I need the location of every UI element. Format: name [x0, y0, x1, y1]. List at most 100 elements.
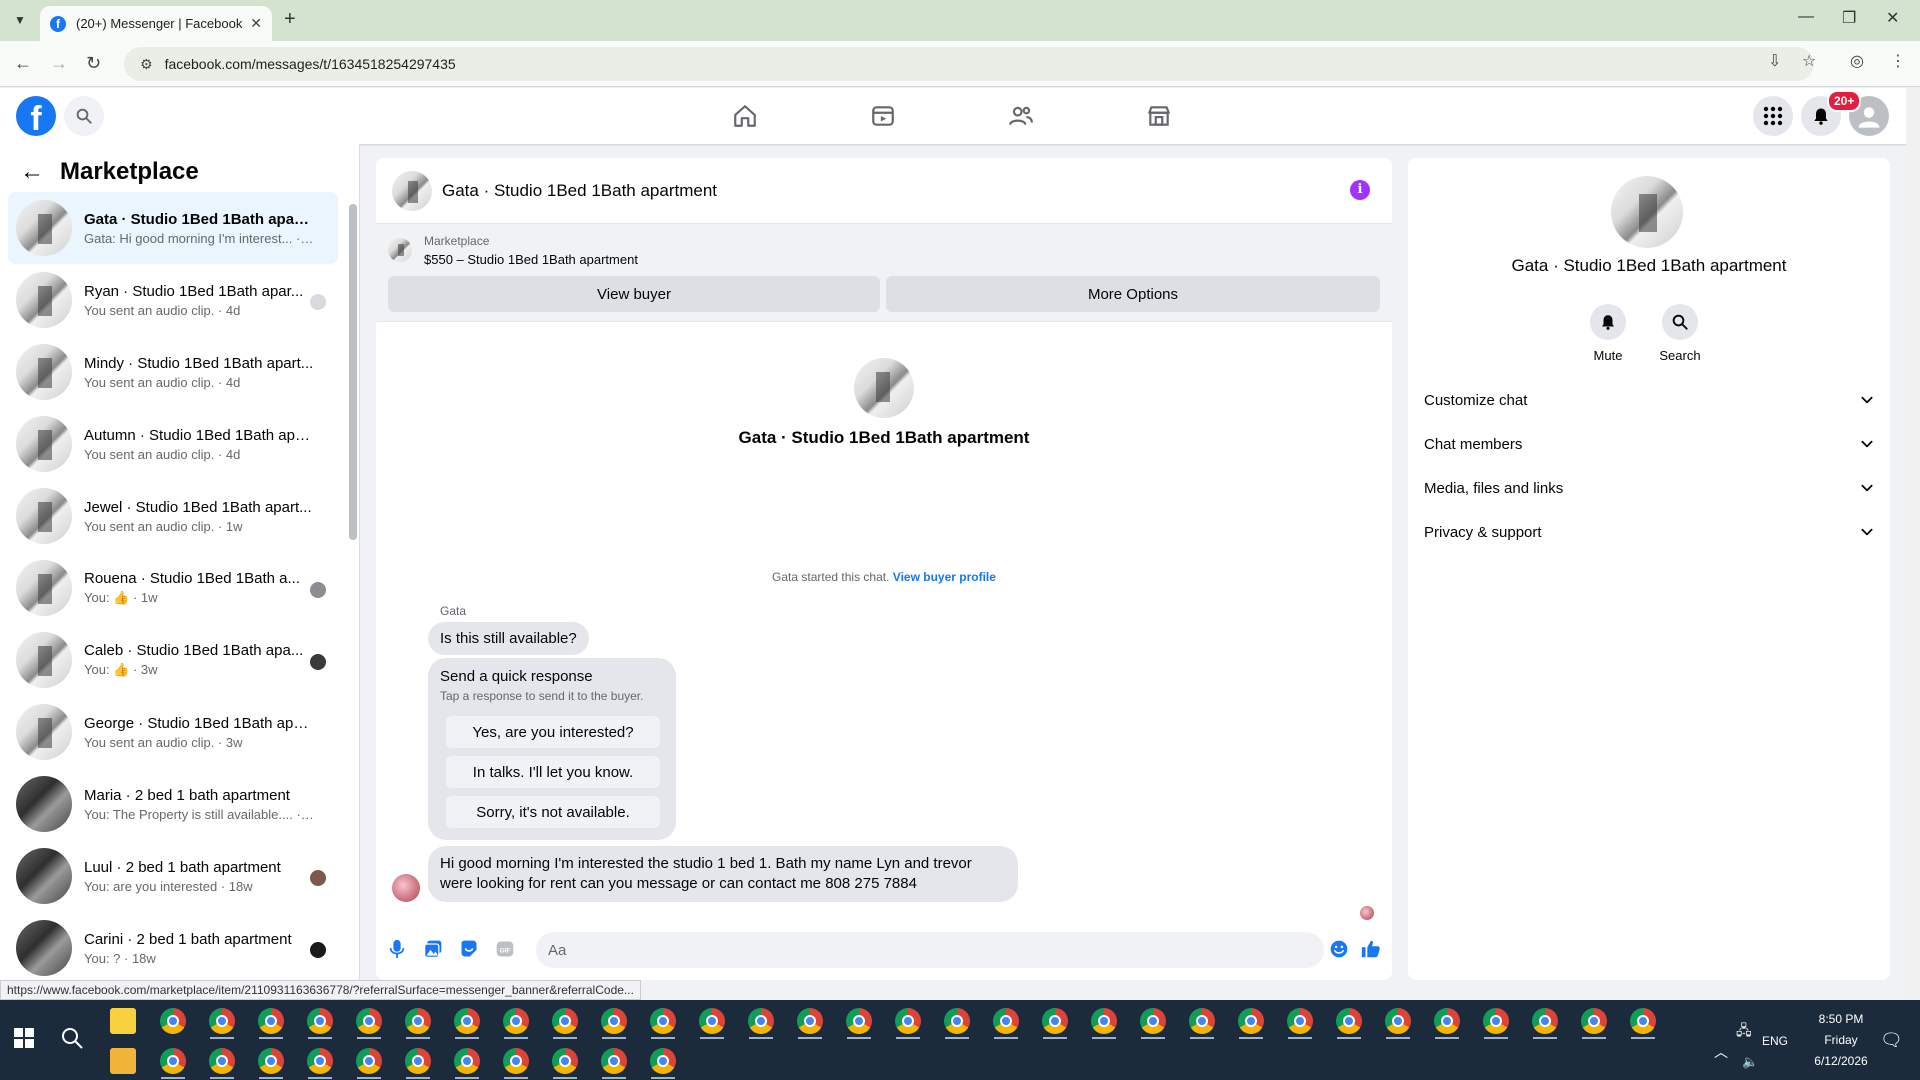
- privacy-support-section[interactable]: Privacy & support: [1424, 512, 1874, 552]
- browser-tab[interactable]: f (20+) Messenger | Facebook ✕: [40, 6, 272, 41]
- quick-response-option[interactable]: In talks. I'll let you know.: [446, 756, 660, 788]
- menu-grid-button[interactable]: [1753, 96, 1793, 136]
- info-icon[interactable]: i: [1350, 180, 1370, 200]
- chrome-window-icon[interactable]: [552, 1008, 578, 1034]
- url-omnibox[interactable]: ⚙ facebook.com/messages/t/16345182542974…: [124, 47, 1814, 81]
- window-close-icon[interactable]: ✕: [1886, 8, 1899, 28]
- restore-icon[interactable]: ❐: [1842, 8, 1856, 28]
- chrome-window-icon[interactable]: [503, 1008, 529, 1034]
- back-arrow-icon[interactable]: ←: [20, 158, 44, 186]
- chrome-window-icon[interactable]: [895, 1008, 921, 1034]
- media-files-links-section[interactable]: Media, files and links: [1424, 468, 1874, 508]
- notification-center-icon[interactable]: 🗨: [1880, 1030, 1903, 1051]
- sticky-notes-icon[interactable]: [110, 1008, 136, 1034]
- view-buyer-profile-link[interactable]: View buyer profile: [893, 570, 996, 584]
- chrome-window-icon[interactable]: [601, 1048, 627, 1074]
- sticker-button[interactable]: [458, 938, 480, 960]
- chrome-window-icon[interactable]: [356, 1008, 382, 1034]
- chrome-window-icon[interactable]: [650, 1048, 676, 1074]
- tab-close-icon[interactable]: ✕: [250, 15, 262, 32]
- chrome-window-icon[interactable]: [1042, 1008, 1068, 1034]
- clock-day[interactable]: Friday: [1806, 1033, 1876, 1047]
- chrome-window-icon[interactable]: [846, 1008, 872, 1034]
- chrome-window-icon[interactable]: [160, 1008, 186, 1034]
- chrome-window-icon[interactable]: [1385, 1008, 1411, 1034]
- chrome-window-icon[interactable]: [356, 1048, 382, 1074]
- install-app-icon[interactable]: ⇩: [1768, 51, 1781, 71]
- gif-button[interactable]: GIF: [494, 938, 516, 960]
- quick-response-option[interactable]: Yes, are you interested?: [446, 716, 660, 748]
- chrome-window-icon[interactable]: [454, 1048, 480, 1074]
- browser-menu-icon[interactable]: ⋮: [1890, 51, 1906, 71]
- chrome-window-icon[interactable]: [503, 1048, 529, 1074]
- file-explorer-icon[interactable]: [110, 1048, 136, 1074]
- conversation-item[interactable]: Carini · 2 bed 1 bath apartment You: ? · …: [8, 912, 338, 980]
- message-input[interactable]: [536, 932, 1324, 968]
- chrome-window-icon[interactable]: [209, 1008, 235, 1034]
- emoji-button[interactable]: [1328, 938, 1350, 960]
- chrome-window-icon[interactable]: [797, 1008, 823, 1034]
- chrome-window-icon[interactable]: [552, 1048, 578, 1074]
- video-nav-button[interactable]: [867, 100, 899, 132]
- show-hidden-icons-chevron-icon[interactable]: ︿: [1714, 1042, 1728, 1062]
- chrome-window-icon[interactable]: [1287, 1008, 1313, 1034]
- chrome-window-icon[interactable]: [1434, 1008, 1460, 1034]
- chrome-window-icon[interactable]: [1140, 1008, 1166, 1034]
- chrome-window-icon[interactable]: [650, 1008, 676, 1034]
- chrome-window-icon[interactable]: [1483, 1008, 1509, 1034]
- mute-button[interactable]: [1590, 304, 1626, 340]
- more-options-button[interactable]: More Options: [886, 276, 1380, 312]
- chrome-window-icon[interactable]: [258, 1048, 284, 1074]
- back-arrow-icon[interactable]: ←: [14, 53, 32, 74]
- voice-clip-button[interactable]: [386, 938, 408, 960]
- chat-title[interactable]: Gata · Studio 1Bed 1Bath apartment: [442, 181, 717, 201]
- chrome-window-icon[interactable]: [601, 1008, 627, 1034]
- chrome-window-icon[interactable]: [1630, 1008, 1656, 1034]
- conversation-item[interactable]: Maria · 2 bed 1 bath apartment You: The P…: [8, 768, 338, 840]
- conversation-item[interactable]: Ryan · Studio 1Bed 1Bath apar... You sent…: [8, 264, 338, 336]
- conversation-item[interactable]: Autumn · Studio 1Bed 1Bath apa... You sen…: [8, 408, 338, 480]
- chrome-window-icon[interactable]: [699, 1008, 725, 1034]
- home-nav-button[interactable]: [729, 100, 761, 132]
- friends-nav-button[interactable]: [1005, 100, 1037, 132]
- chrome-window-icon[interactable]: [1581, 1008, 1607, 1034]
- chrome-window-icon[interactable]: [993, 1008, 1019, 1034]
- mute-action[interactable]: Mute: [1578, 304, 1638, 363]
- network-icon[interactable]: 🖧: [1736, 1020, 1752, 1044]
- view-buyer-button[interactable]: View buyer: [388, 276, 880, 312]
- banner-listing-link[interactable]: $550 – Studio 1Bed 1Bath apartment: [424, 252, 638, 267]
- chat-members-section[interactable]: Chat members: [1424, 424, 1874, 464]
- volume-icon[interactable]: 🔈: [1742, 1054, 1758, 1070]
- reload-icon[interactable]: ↻: [86, 53, 101, 74]
- conversation-item[interactable]: Luul · 2 bed 1 bath apartment You: are yo…: [8, 840, 338, 912]
- windows-start-icon[interactable]: [14, 1028, 34, 1048]
- chrome-window-icon[interactable]: [258, 1008, 284, 1034]
- customize-chat-section[interactable]: Customize chat: [1424, 380, 1874, 420]
- chrome-window-icon[interactable]: [307, 1008, 333, 1034]
- minimize-icon[interactable]: —: [1798, 8, 1814, 26]
- forward-arrow-icon[interactable]: →: [50, 53, 68, 74]
- chrome-window-icon[interactable]: [1532, 1008, 1558, 1034]
- conversation-item[interactable]: George · Studio 1Bed 1Bath apar... You se…: [8, 696, 338, 768]
- chrome-window-icon[interactable]: [454, 1008, 480, 1034]
- chrome-window-icon[interactable]: [160, 1048, 186, 1074]
- taskbar-search-button[interactable]: [60, 1026, 84, 1055]
- bookmark-star-icon[interactable]: ☆: [1802, 51, 1816, 71]
- chrome-window-icon[interactable]: [748, 1008, 774, 1034]
- conversation-list-scrollbar[interactable]: [349, 204, 357, 540]
- chrome-window-icon[interactable]: [209, 1048, 235, 1074]
- chrome-window-icon[interactable]: [1238, 1008, 1264, 1034]
- sender-avatar[interactable]: [392, 874, 420, 902]
- chrome-window-icon[interactable]: [1189, 1008, 1215, 1034]
- search-in-chat-button[interactable]: [1662, 304, 1698, 340]
- clock-time[interactable]: 8:50 PM: [1806, 1012, 1876, 1026]
- facebook-logo-icon[interactable]: f: [16, 96, 56, 136]
- facebook-search-button[interactable]: [64, 96, 104, 136]
- profile-icon[interactable]: ◎: [1850, 51, 1864, 71]
- chrome-window-icon[interactable]: [1091, 1008, 1117, 1034]
- site-info-icon[interactable]: ⚙: [140, 56, 153, 73]
- chrome-window-icon[interactable]: [307, 1048, 333, 1074]
- chrome-window-icon[interactable]: [1336, 1008, 1362, 1034]
- conversation-item[interactable]: Gata · Studio 1Bed 1Bath apartm... Gata: …: [8, 192, 338, 264]
- search-action[interactable]: Search: [1650, 304, 1710, 363]
